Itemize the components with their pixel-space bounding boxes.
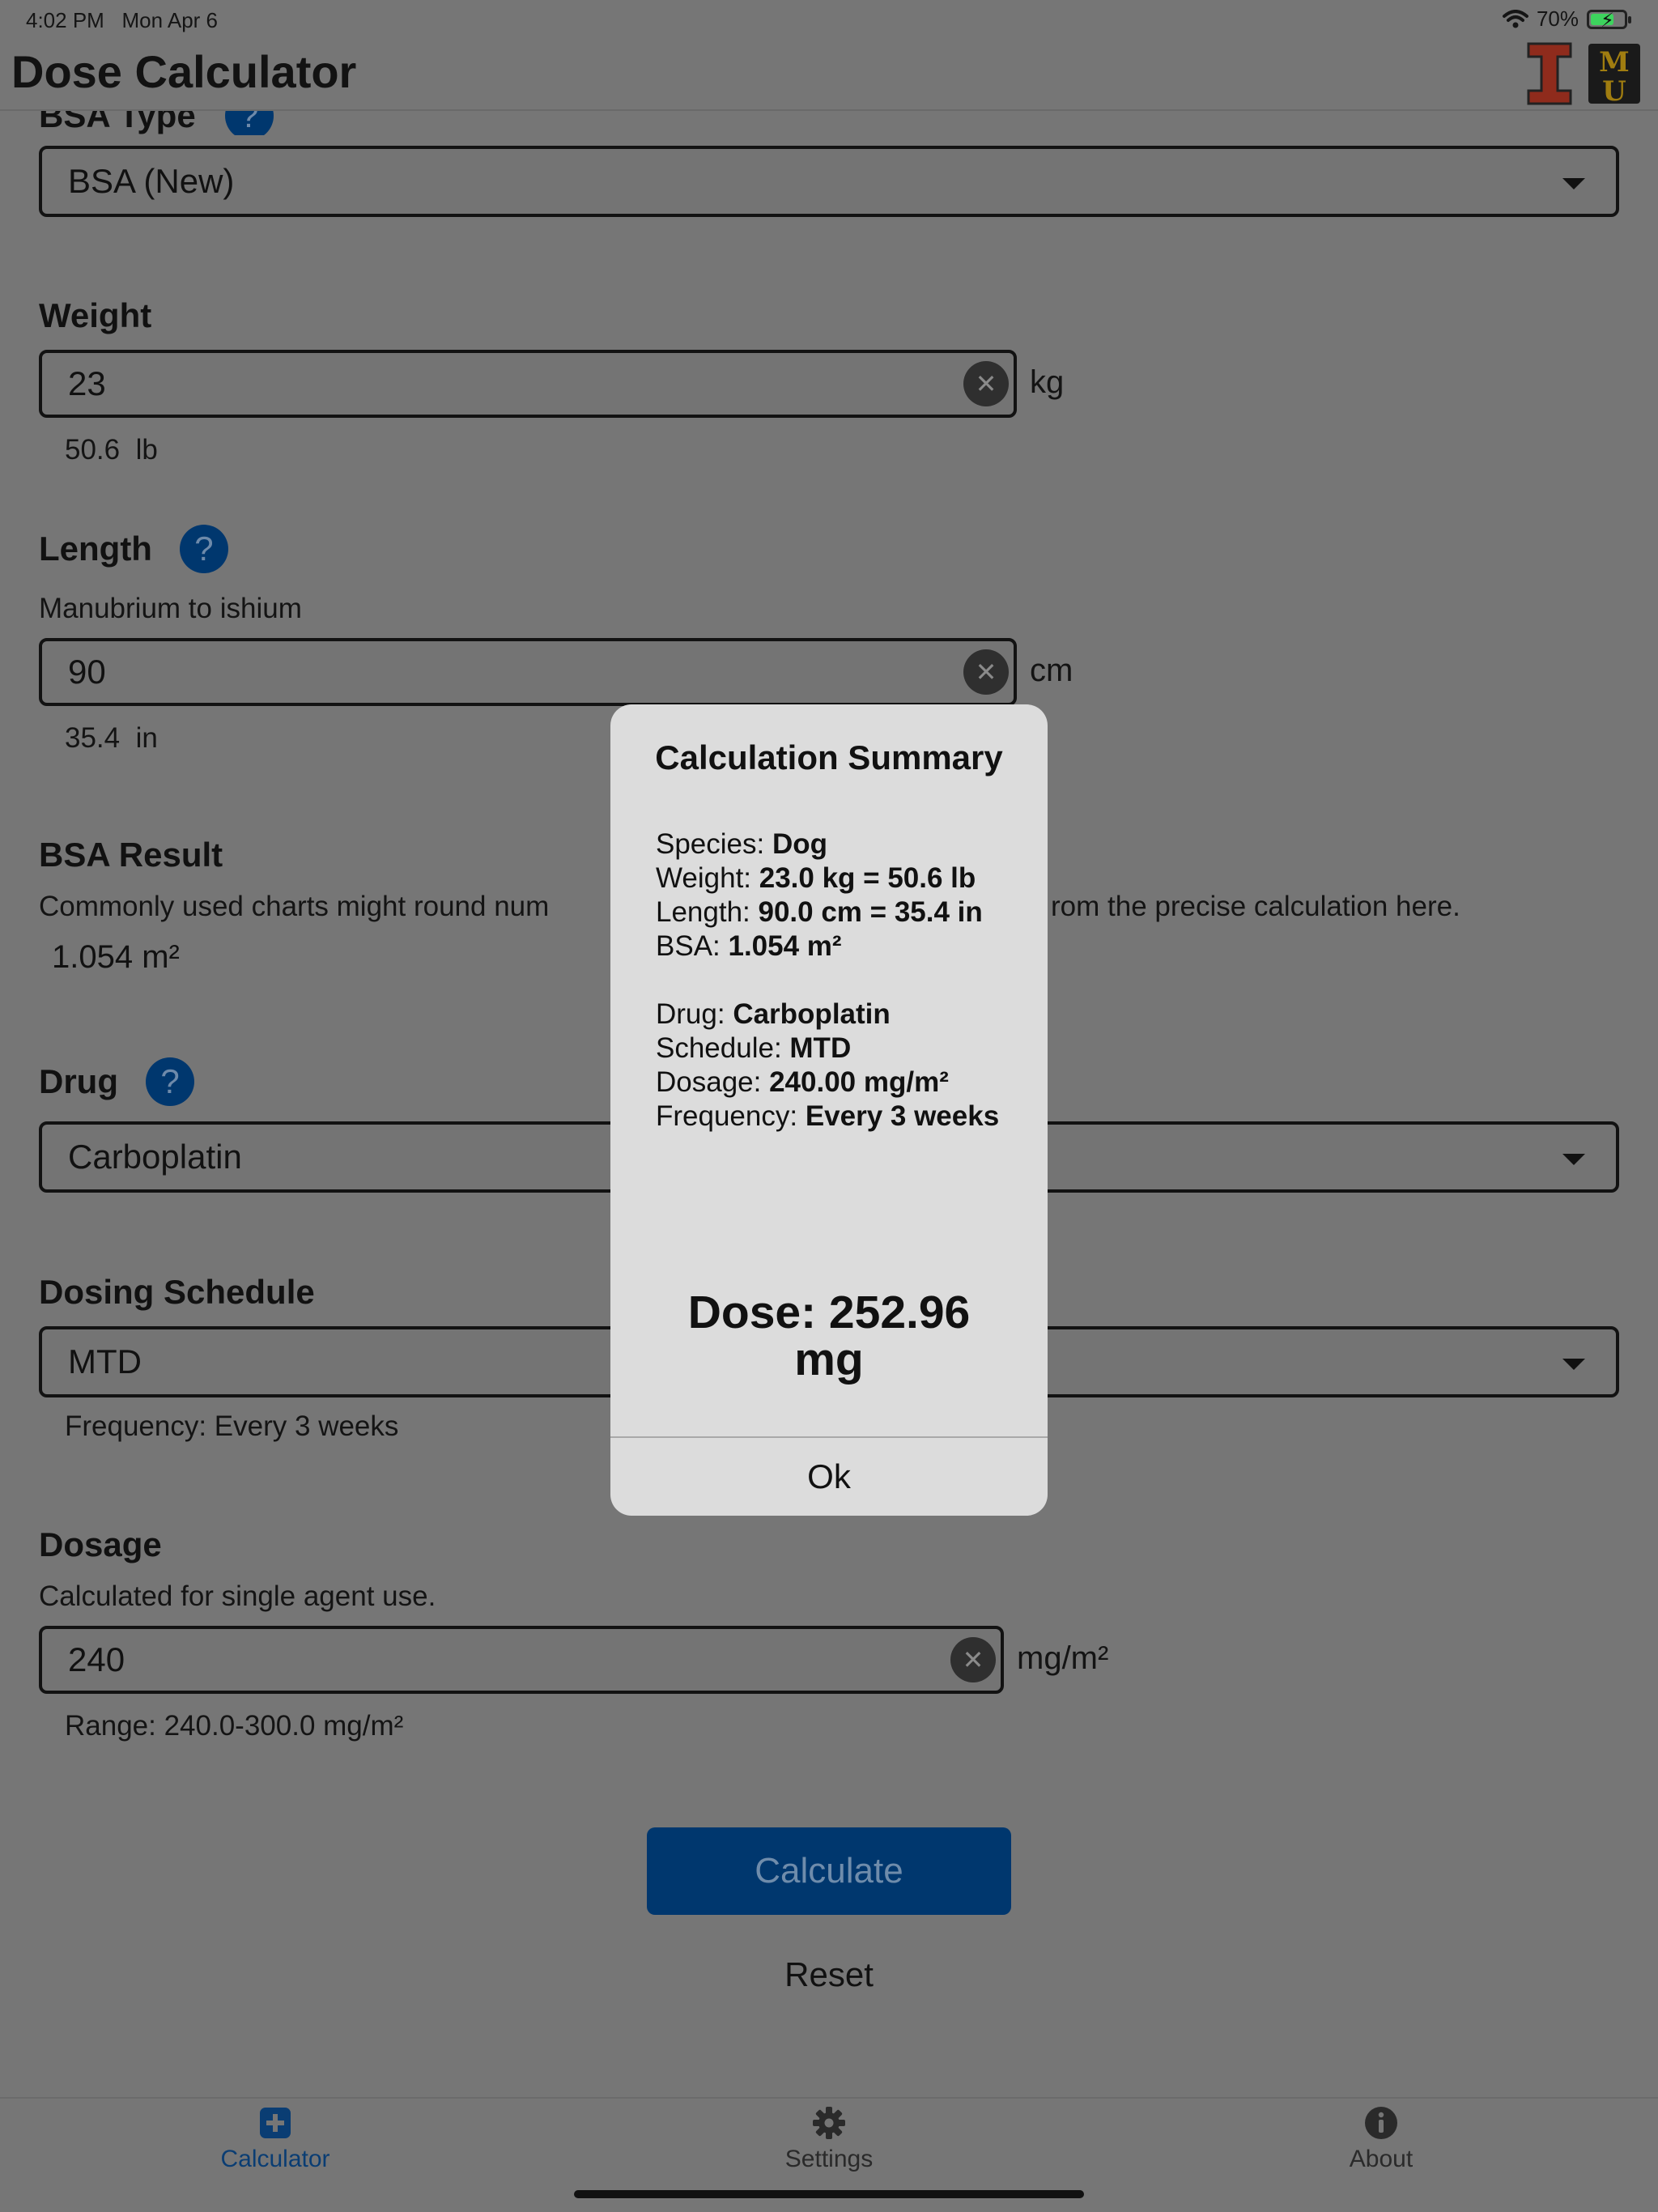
weight-unit: kg [1030, 364, 1065, 400]
drug-header: Drug ? [39, 1057, 194, 1106]
length-unit: cm [1030, 653, 1073, 688]
wifi-icon [1502, 9, 1528, 28]
weight-label: Weight [39, 296, 152, 334]
svg-text:U: U [1602, 75, 1626, 105]
dosing-schedule-value: MTD [68, 1342, 142, 1380]
bsa-result-note-cont: rom the precise calculation here. [1051, 891, 1460, 922]
summary-drug: Drug: Carboplatin [656, 998, 891, 1030]
drug-label: Drug [39, 1062, 118, 1100]
clear-icon[interactable]: ✕ [963, 361, 1009, 406]
battery-percent: 70% [1536, 6, 1579, 31]
dosage-range: Range: 240.0-300.0 mg/m² [65, 1710, 404, 1742]
weight-value: 23 [68, 364, 106, 402]
dialog-body: Species: Dog Weight: 23.0 kg = 50.6 lb L… [656, 827, 1004, 1134]
summary-weight: Weight: 23.0 kg = 50.6 lb [656, 862, 976, 894]
dosing-frequency: Frequency: Every 3 weeks [65, 1410, 399, 1442]
summary-schedule: Schedule: MTD [656, 1032, 852, 1064]
summary-frequency: Frequency: Every 3 weeks [656, 1100, 1000, 1132]
length-label: Length [39, 530, 152, 568]
help-icon[interactable]: ? [146, 1057, 194, 1106]
tab-settings[interactable]: Settings [708, 2105, 950, 2173]
calculate-button[interactable]: Calculate [647, 1827, 1011, 1915]
clear-icon[interactable]: ✕ [963, 649, 1009, 695]
dosage-input[interactable]: 240 ✕ [39, 1626, 1004, 1694]
ok-button[interactable]: Ok [610, 1438, 1048, 1516]
mizzou-logo: M U [1588, 44, 1640, 105]
charging-bolt-icon: ⚡ [1601, 9, 1614, 32]
dose-result: Dose: 252.96 mg [687, 1287, 971, 1385]
home-indicator [574, 2190, 1084, 2198]
bsa-type-value: BSA (New) [68, 162, 235, 200]
dropdown-caret-icon [1562, 178, 1585, 189]
calculation-summary-dialog: Calculation Summary Species: Dog Weight:… [610, 704, 1048, 1516]
bsa-type-select[interactable]: BSA (New) [39, 146, 1619, 217]
info-icon [1363, 2105, 1399, 2141]
tab-settings-label: Settings [784, 2146, 874, 2172]
tab-calculator-label: Calculator [220, 2146, 330, 2172]
weight-converted: 50.6 lb [65, 434, 158, 466]
tabbar-divider [0, 2097, 1658, 2099]
status-indicators: 70% ⚡ [1502, 6, 1631, 32]
length-converted: 35.4 in [65, 722, 158, 754]
dropdown-caret-icon [1562, 1359, 1585, 1370]
dosage-hint: Calculated for single agent use. [39, 1580, 436, 1612]
status-date: Mon Apr 6 [121, 8, 219, 32]
summary-species: Species: Dog [656, 828, 828, 860]
plus-square-icon [257, 2105, 293, 2141]
dialog-title: Calculation Summary [655, 738, 1003, 776]
bsa-type-header-clipped: BSA Type ? [39, 111, 363, 135]
length-hint: Manubrium to ishium [39, 593, 302, 624]
dosage-value: 240 [68, 1640, 125, 1678]
summary-bsa: BSA: 1.054 m² [656, 930, 842, 962]
summary-dosage: Dosage: 240.00 mg/m² [656, 1066, 949, 1098]
weight-input[interactable]: 23 ✕ [39, 350, 1017, 418]
svg-text:M: M [1599, 46, 1630, 79]
help-icon[interactable]: ? [179, 525, 228, 573]
summary-length: Length: 90.0 cm = 35.4 in [656, 896, 983, 928]
tab-about[interactable]: About [1260, 2105, 1503, 2173]
dosing-schedule-label: Dosing Schedule [39, 1273, 315, 1311]
length-header: Length ? [39, 525, 228, 573]
tab-about-label: About [1349, 2146, 1414, 2172]
drug-value: Carboplatin [68, 1138, 242, 1176]
illinois-logo [1527, 42, 1572, 105]
bsa-type-label: BSA Type [39, 111, 196, 134]
dropdown-caret-icon [1562, 1154, 1585, 1165]
dosage-unit: mg/m² [1017, 1640, 1109, 1676]
dosage-label: Dosage [39, 1525, 162, 1563]
length-input[interactable]: 90 ✕ [39, 638, 1017, 706]
bsa-result-value: 1.054 m² [52, 939, 180, 975]
clear-icon[interactable]: ✕ [950, 1637, 996, 1682]
battery-icon: ⚡ [1587, 9, 1631, 32]
status-time-date: 4:02 PM Mon Apr 6 [26, 8, 218, 33]
tab-calculator[interactable]: Calculator [154, 2105, 397, 2173]
reset-button[interactable]: Reset [748, 1955, 910, 1994]
bsa-result-label: BSA Result [39, 836, 223, 874]
length-value: 90 [68, 653, 106, 691]
status-time: 4:02 PM [26, 8, 104, 32]
help-icon[interactable]: ? [224, 111, 274, 135]
bsa-result-note: Commonly used charts might round num [39, 891, 550, 922]
page-title: Dose Calculator [11, 46, 357, 97]
gear-icon [811, 2105, 847, 2141]
